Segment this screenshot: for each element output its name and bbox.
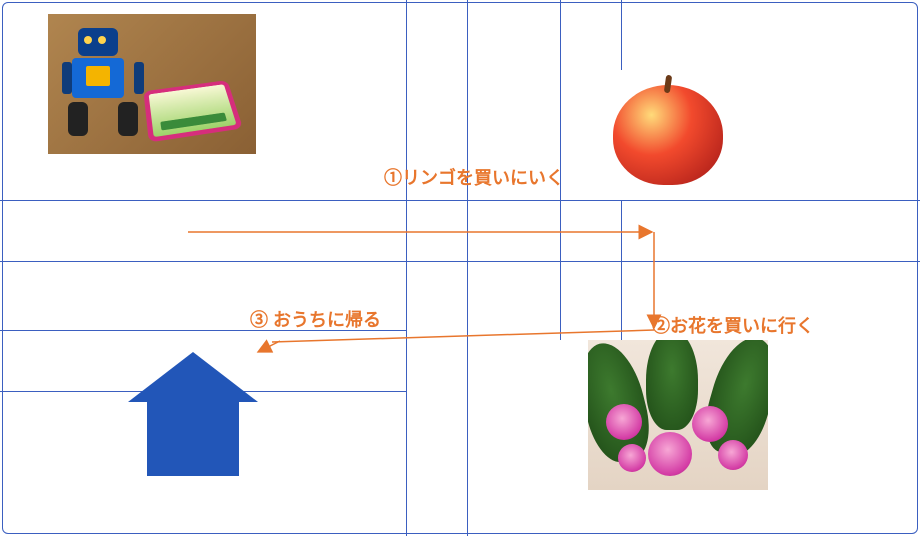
- apple-image: [588, 70, 748, 200]
- step3-label: ③ おうちに帰る: [250, 306, 381, 332]
- road-vertical-left: [406, 0, 468, 536]
- intersection-mask-1: [407, 201, 465, 259]
- robot-tablet-image: [48, 14, 256, 154]
- flowers-image: [588, 340, 768, 490]
- step2-label: ②お花を買いに行く: [652, 312, 814, 338]
- intersection-mask-3: [407, 331, 465, 389]
- intersection-mask-2: [561, 201, 619, 259]
- house-icon: [128, 352, 258, 476]
- step1-label: ①リンゴを買いにいく: [384, 164, 564, 190]
